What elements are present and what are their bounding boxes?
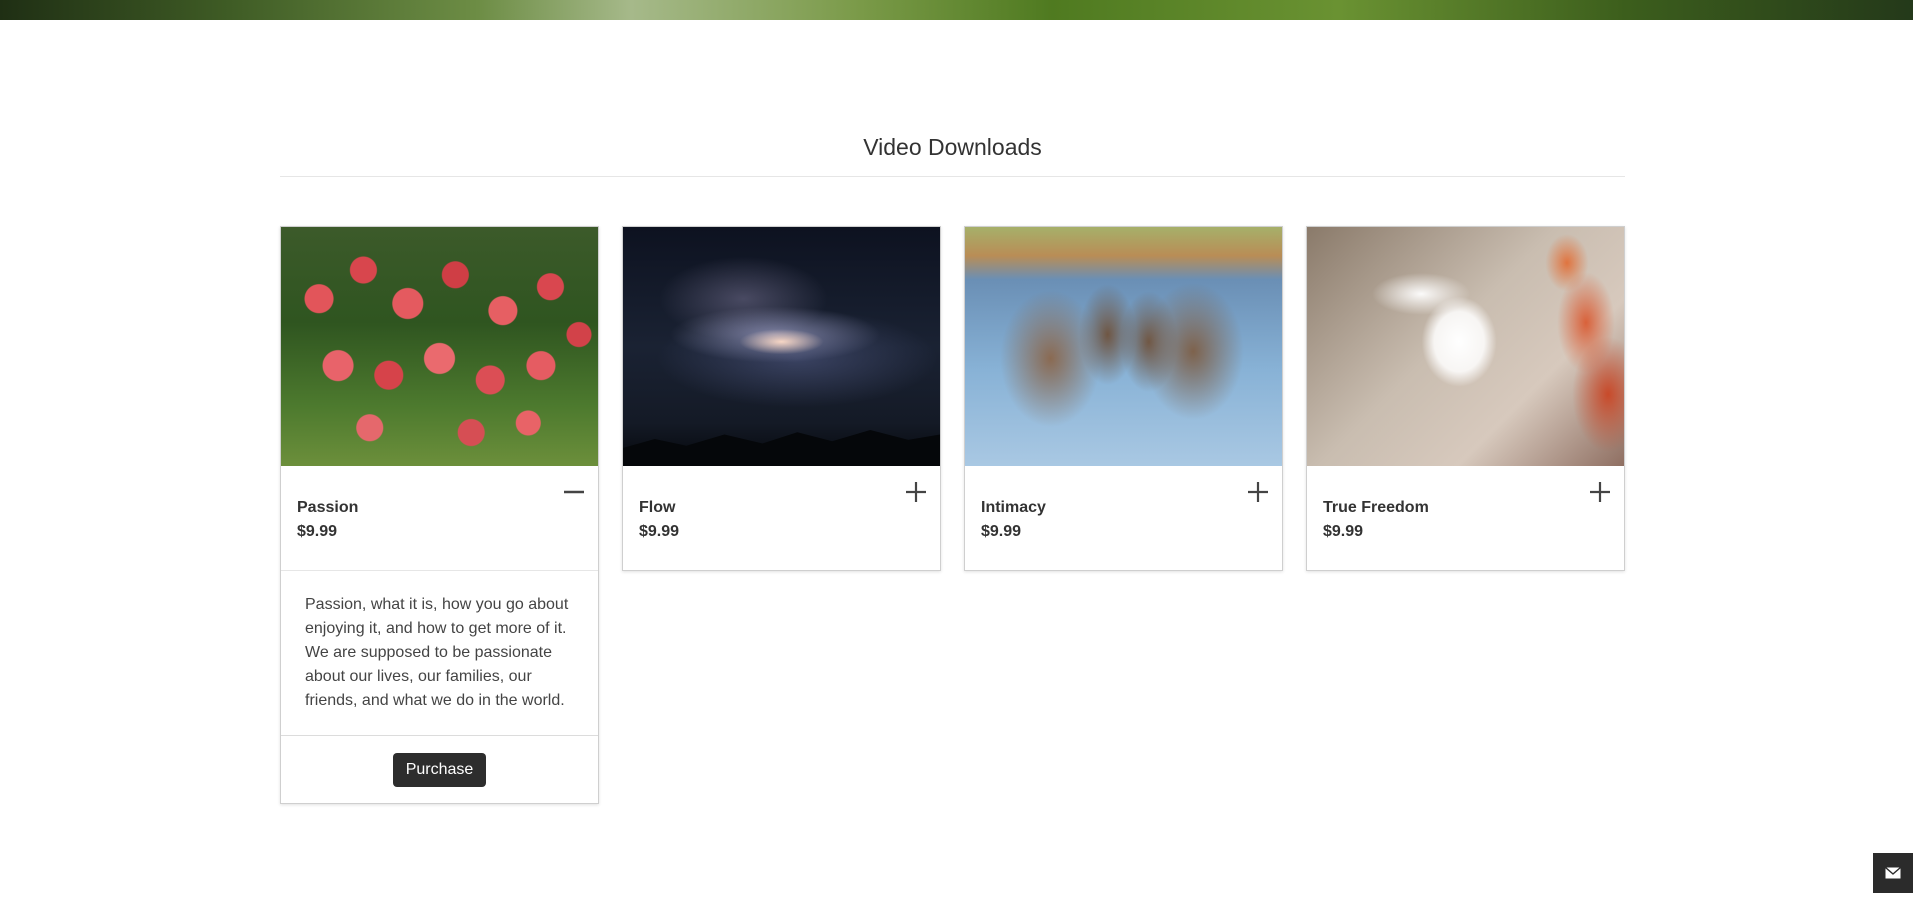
product-title: Intimacy xyxy=(981,499,1046,516)
hero-image-strip xyxy=(0,0,1913,20)
product-card-flow: Flow $9.99 xyxy=(622,226,941,571)
card-header[interactable]: Passion $9.99 xyxy=(281,466,598,570)
section-title: Video Downloads xyxy=(863,134,1042,160)
product-price: $9.99 xyxy=(639,523,680,540)
product-price: $9.99 xyxy=(1323,523,1364,540)
plus-icon[interactable] xyxy=(904,480,928,504)
product-card-passion: Passion $9.99 Passion, what it is, how y… xyxy=(280,226,599,804)
product-image-galaxy xyxy=(623,227,940,466)
contact-mail-button[interactable] xyxy=(1873,853,1913,893)
product-image-dove xyxy=(1307,227,1624,466)
product-image-tulips xyxy=(281,227,598,466)
product-title: Passion xyxy=(297,499,359,516)
product-title: Flow xyxy=(639,499,676,516)
minus-icon[interactable] xyxy=(562,480,586,504)
section-divider xyxy=(280,176,1625,177)
card-header[interactable]: True Freedom $9.99 xyxy=(1307,466,1624,570)
purchase-button[interactable]: Purchase xyxy=(392,752,487,787)
envelope-icon xyxy=(1885,867,1901,879)
card-header[interactable]: Flow $9.99 xyxy=(623,466,940,570)
product-title: True Freedom xyxy=(1323,499,1429,516)
product-card-intimacy: Intimacy $9.99 xyxy=(964,226,1283,571)
product-price: $9.99 xyxy=(297,523,338,540)
product-price: $9.99 xyxy=(981,523,1022,540)
product-description: Passion, what it is, how you go about en… xyxy=(281,570,598,735)
card-footer: Purchase xyxy=(281,735,598,803)
plus-icon[interactable] xyxy=(1588,480,1612,504)
product-image-elephants xyxy=(965,227,1282,466)
plus-icon[interactable] xyxy=(1246,480,1270,504)
product-card-true-freedom: True Freedom $9.99 xyxy=(1306,226,1625,571)
card-header[interactable]: Intimacy $9.99 xyxy=(965,466,1282,570)
